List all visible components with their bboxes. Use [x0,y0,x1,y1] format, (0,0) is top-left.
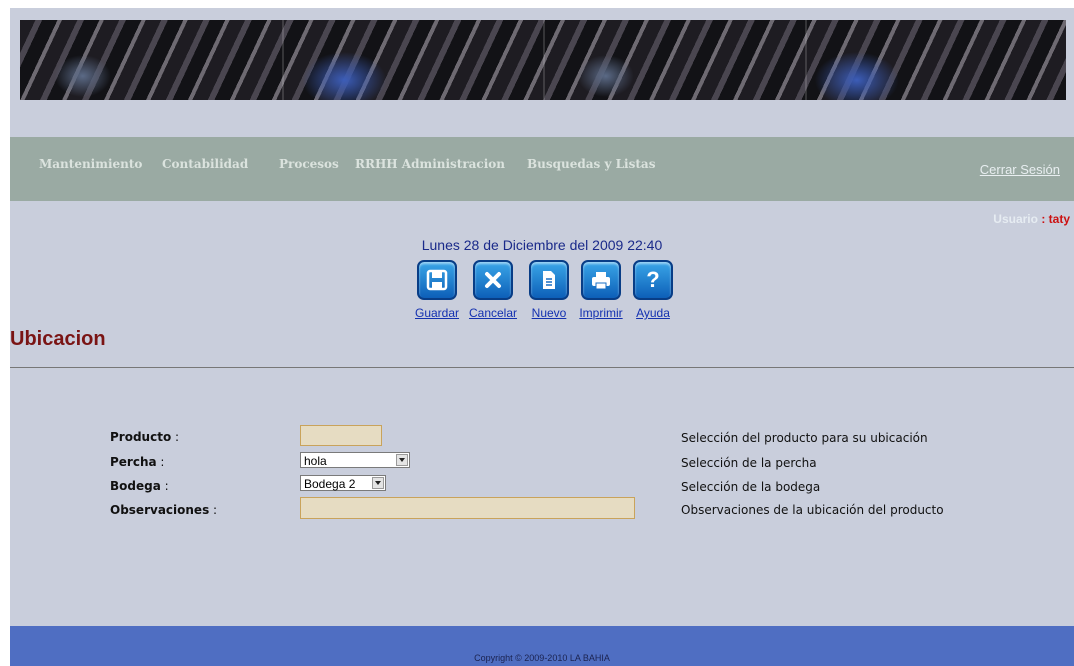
user-label: Usuario [993,212,1038,226]
copyright-text: Copyright © 2009-2010 LA BAHIA [474,653,610,663]
percha-select[interactable]: hola [300,452,410,468]
observaciones-label-colon: : [209,503,218,517]
producto-label-colon: : [171,430,180,444]
header-banner-image [20,20,1066,100]
observaciones-label: Observaciones : [110,503,217,517]
new-button[interactable]: Nuevo [528,260,570,320]
nav-item-rrhh-administracion[interactable]: RRHH Administracion [355,157,505,171]
user-indicator: Usuario : taty [993,212,1070,226]
help-icon: ? [633,260,673,300]
nav-item-contabilidad[interactable]: Contabilidad [162,157,248,171]
percha-label-text: Percha [110,455,157,469]
chevron-down-icon [396,454,408,466]
user-separator: : [1037,212,1049,226]
user-name: taty [1048,212,1070,226]
print-icon [581,260,621,300]
producto-label-text: Producto [110,430,172,444]
page-title: Ubicacion [10,328,106,350]
current-datetime: Lunes 28 de Diciembre del 2009 22:40 [421,237,663,253]
cancel-button[interactable]: Cancelar [467,260,519,320]
observaciones-help: Observaciones de la ubicación del produc… [681,503,944,517]
producto-label: Producto : [110,430,179,444]
chevron-down-icon [372,477,384,489]
percha-help: Selección de la percha [681,456,817,470]
producto-field[interactable] [300,425,382,446]
new-button-label: Nuevo [531,306,567,320]
help-button[interactable]: ? Ayuda [632,260,674,320]
logout-link[interactable]: Cerrar Sesión [980,162,1060,177]
help-button-label: Ayuda [636,306,670,320]
print-button-label: Imprimir [579,306,623,320]
nav-item-mantenimiento[interactable]: Mantenimiento [39,157,142,171]
save-button[interactable]: Guardar [415,260,459,320]
close-icon [473,260,513,300]
action-toolbar: Guardar Cancelar Nuevo Imprimir ? Ayuda [415,260,675,322]
bodega-label: Bodega : [110,479,169,493]
percha-label: Percha : [110,455,164,469]
main-nav-bar: Mantenimiento Contabilidad Procesos RRHH… [10,137,1074,201]
cancel-button-label: Cancelar [468,306,518,320]
bodega-help: Selección de la bodega [681,480,821,494]
percha-label-colon: : [156,455,165,469]
footer: Copyright © 2009-2010 LA BAHIA [10,626,1074,666]
bodega-label-text: Bodega [110,479,161,493]
print-button[interactable]: Imprimir [575,260,627,320]
divider [10,367,1074,368]
nav-item-busquedas-y-listas[interactable]: Busquedas y Listas [527,157,655,171]
bodega-select[interactable]: Bodega 2 [300,475,386,491]
nav-item-procesos[interactable]: Procesos [279,157,339,171]
bodega-select-value: Bodega 2 [304,477,356,491]
observaciones-label-text: Observaciones [110,503,210,517]
page: Mantenimiento Contabilidad Procesos RRHH… [10,8,1074,666]
new-document-icon [529,260,569,300]
percha-select-value: hola [304,454,327,468]
save-icon [417,260,457,300]
producto-help: Selección del producto para su ubicación [681,431,928,445]
observaciones-field[interactable] [300,497,635,519]
save-button-label: Guardar [415,306,460,320]
bodega-label-colon: : [160,479,169,493]
